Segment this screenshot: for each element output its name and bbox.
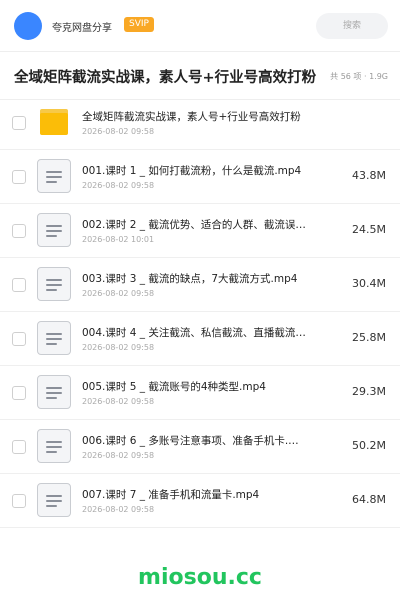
list-item[interactable]: 全域矩阵截流实战课，素人号+行业号高效打粉 2026-08-02 09:58 [0,96,400,150]
list-item[interactable]: 002.课时 2 _ 截流优势、适合的人群、截流误区.mp4 2026-08-0… [0,204,400,258]
item-name: 006.课时 6 _ 多账号注意事项、准备手机卡.mp4 [82,435,307,447]
item-date: 2026-08-02 09:58 [82,397,155,406]
item-size: 30.4M [352,277,386,290]
list-item[interactable]: 006.课时 6 _ 多账号注意事项、准备手机卡.mp4 2026-08-02 … [0,420,400,474]
item-date: 2026-08-02 10:01 [82,235,155,244]
item-name: 005.课时 5 _ 截流账号的4种类型.mp4 [82,381,266,393]
select-checkbox[interactable] [12,332,26,346]
title-bar: 全域矩阵截流实战课，素人号+行业号高效打粉 共 56 项 · 1.9G [0,52,400,100]
video-file-icon [37,159,71,193]
item-name: 004.课时 4 _ 关注截流、私信截流、直播截流.mp4 [82,327,307,339]
share-meta: 共 56 项 · 1.9G [330,72,388,81]
video-file-icon [37,321,71,355]
file-list: 全域矩阵截流实战课，素人号+行业号高效打粉 2026-08-02 09:58 0… [0,96,400,528]
video-file-icon [37,375,71,409]
svip-badge: SVIP [124,17,154,32]
item-size: 50.2M [352,439,386,452]
list-item[interactable]: 003.课时 3 _ 截流的缺点，7大截流方式.mp4 2026-08-02 0… [0,258,400,312]
video-file-icon [37,429,71,463]
video-file-icon [37,213,71,247]
page-title: 全域矩阵截流实战课，素人号+行业号高效打粉 [14,70,317,86]
item-name: 001.课时 1 _ 如何打截流粉，什么是截流.mp4 [82,165,302,177]
item-size: 25.8M [352,331,386,344]
item-date: 2026-08-02 09:58 [82,505,155,514]
item-size: 24.5M [352,223,386,236]
item-date: 2026-08-02 09:58 [82,451,155,460]
brand-name: 夸克网盘分享 [52,23,112,34]
item-date: 2026-08-02 09:58 [82,181,155,190]
select-checkbox[interactable] [12,170,26,184]
item-name: 002.课时 2 _ 截流优势、适合的人群、截流误区.mp4 [82,219,307,231]
item-date: 2026-08-02 09:58 [82,289,155,298]
list-item[interactable]: 001.课时 1 _ 如何打截流粉，什么是截流.mp4 2026-08-02 0… [0,150,400,204]
avatar[interactable] [14,12,42,40]
item-date: 2026-08-02 09:58 [82,127,155,136]
list-item[interactable]: 005.课时 5 _ 截流账号的4种类型.mp4 2026-08-02 09:5… [0,366,400,420]
select-checkbox[interactable] [12,116,26,130]
search-input[interactable]: 搜索 [316,13,388,39]
select-checkbox[interactable] [12,386,26,400]
item-name: 全域矩阵截流实战课，素人号+行业号高效打粉 [82,111,301,123]
folder-icon [40,109,68,135]
select-checkbox[interactable] [12,494,26,508]
list-item[interactable]: 004.课时 4 _ 关注截流、私信截流、直播截流.mp4 2026-08-02… [0,312,400,366]
item-name: 007.课时 7 _ 准备手机和流量卡.mp4 [82,489,260,501]
item-name: 003.课时 3 _ 截流的缺点，7大截流方式.mp4 [82,273,298,285]
select-checkbox[interactable] [12,278,26,292]
item-size: 64.8M [352,493,386,506]
item-size: 29.3M [352,385,386,398]
top-header: 夸克网盘分享 SVIP 搜索 [0,0,400,52]
item-date: 2026-08-02 09:58 [82,343,155,352]
item-size: 43.8M [352,169,386,182]
video-file-icon [37,483,71,517]
video-file-icon [37,267,71,301]
select-checkbox[interactable] [12,224,26,238]
watermark-text: miosou.cc [138,565,262,590]
list-item[interactable]: 007.课时 7 _ 准备手机和流量卡.mp4 2026-08-02 09:58… [0,474,400,528]
select-checkbox[interactable] [12,440,26,454]
